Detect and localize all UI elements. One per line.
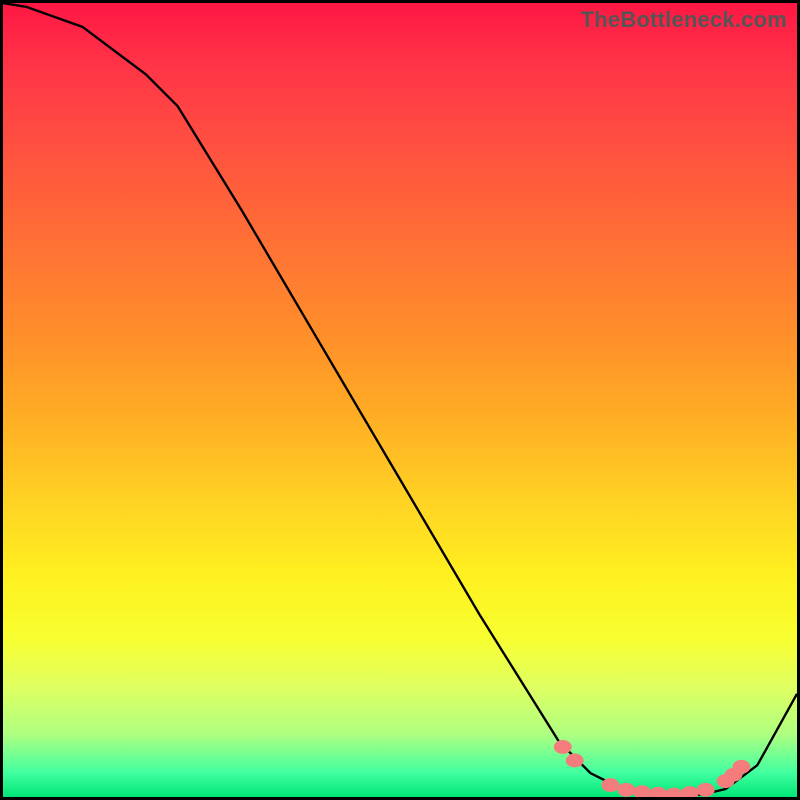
marker-point <box>554 740 572 754</box>
chart-curve <box>3 3 797 795</box>
chart-markers <box>554 740 751 797</box>
marker-point <box>665 788 683 797</box>
marker-point <box>633 785 651 797</box>
marker-point <box>681 786 699 797</box>
bottleneck-chart: TheBottleneck.com <box>0 0 800 800</box>
marker-point <box>566 754 584 768</box>
marker-point <box>617 783 635 797</box>
marker-point <box>697 783 715 797</box>
marker-point <box>732 760 750 774</box>
marker-point <box>601 778 619 792</box>
chart-svg <box>3 3 797 797</box>
marker-point <box>649 787 667 797</box>
